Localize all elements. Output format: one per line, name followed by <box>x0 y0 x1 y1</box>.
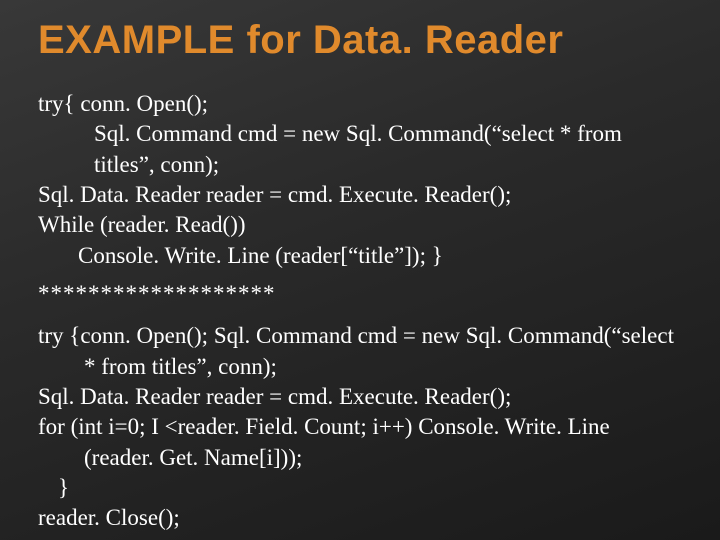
code-line: Sql. Data. Reader reader = cmd. Execute.… <box>38 382 682 412</box>
code-line: Sql. Data. Reader reader = cmd. Execute.… <box>38 180 682 210</box>
code-line: try{ conn. Open(); <box>38 89 682 119</box>
code-line: Sql. Command cmd = new Sql. Command(“sel… <box>38 119 682 180</box>
code-line: reader. Close(); <box>38 503 682 533</box>
slide-title: EXAMPLE for Data. Reader <box>38 18 682 63</box>
slide: EXAMPLE for Data. Reader try{ conn. Open… <box>0 0 720 534</box>
code-line: } <box>38 473 682 503</box>
divider-stars: ******************* <box>38 281 682 307</box>
code-line: While (reader. Read()) <box>38 210 682 240</box>
code-block-2: try {conn. Open(); Sql. Command cmd = ne… <box>38 321 682 534</box>
code-line: Console. Write. Line (reader[“title”]); … <box>38 241 682 271</box>
code-block-1: try{ conn. Open(); Sql. Command cmd = ne… <box>38 89 682 271</box>
code-line: try {conn. Open(); Sql. Command cmd = ne… <box>38 321 682 382</box>
code-line: for (int i=0; I <reader. Field. Count; i… <box>38 412 682 473</box>
